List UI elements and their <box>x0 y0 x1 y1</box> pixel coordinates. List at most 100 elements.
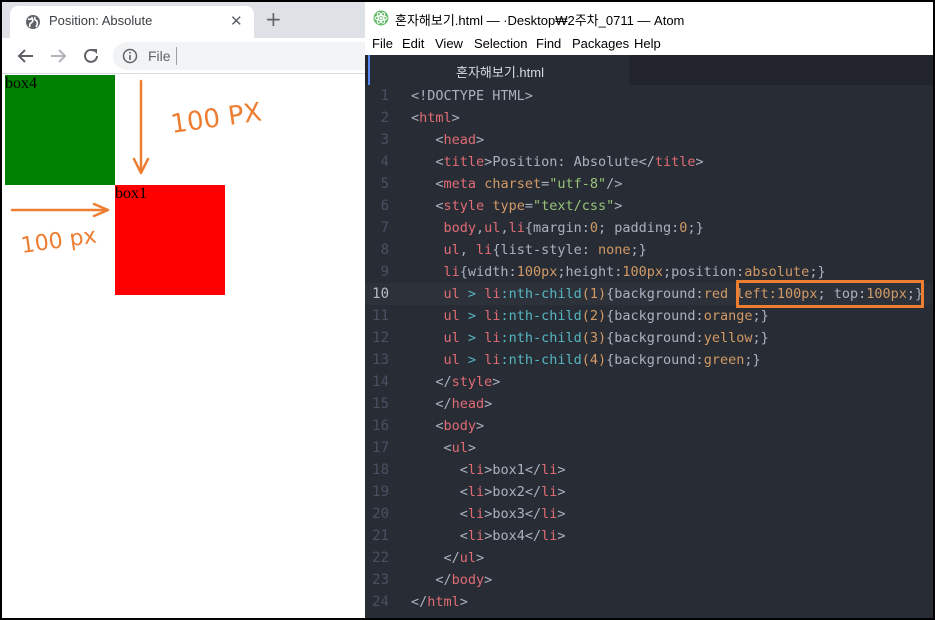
code-text: <li>box4</li> <box>459 528 566 544</box>
editor-tab-active[interactable]: 혼자해보기.html <box>368 55 629 85</box>
code-text: <li>box1</li> <box>459 462 566 478</box>
code-line-1[interactable]: 1 <!DOCTYPE HTML> <box>365 85 933 107</box>
code-text: <!DOCTYPE HTML> <box>411 88 533 104</box>
line-number: 24 <box>372 594 389 610</box>
code-text: </head> <box>435 396 493 412</box>
code-text: ul, li{list-style: none;} <box>443 242 647 258</box>
code-area[interactable]: 1 <!DOCTYPE HTML> 2 <html> 3 <head> 4 <title>… <box>365 85 933 618</box>
code-line-11[interactable]: 11 ul > li:nth-child(2){background:orang… <box>365 305 933 327</box>
window-title: 혼자해보기.html — ·Desktop₩2주차_0711 — Atom <box>395 13 685 28</box>
code-line-3[interactable]: 3 <head> <box>365 129 933 151</box>
line-number: 14 <box>372 374 389 390</box>
code-text: </ul> <box>443 550 485 566</box>
address-scheme-label: File <box>148 48 171 64</box>
code-text: <html> <box>411 110 460 126</box>
code-line-21[interactable]: 21 <li>box4</li> <box>365 525 933 547</box>
menu-edit[interactable]: Edit <box>402 36 424 51</box>
address-bar[interactable]: File <box>113 42 365 70</box>
browser-tab-strip: Position: Absolute ✕ + <box>2 2 365 38</box>
code-line-20[interactable]: 20 <li>box3</li> <box>365 503 933 525</box>
forward-arrow-icon[interactable] <box>48 46 68 66</box>
atom-editor-window: 혼자해보기.html — ·Desktop₩2주차_0711 — Atom Fi… <box>365 2 933 618</box>
code-line-22[interactable]: 22 </ul> <box>365 547 933 569</box>
code-text: <head> <box>435 132 485 148</box>
code-text: ul > li:nth-child(4){background:green;} <box>443 352 761 368</box>
line-number: 1 <box>380 88 389 104</box>
menu-selection[interactable]: Selection <box>474 36 527 51</box>
line-number: 22 <box>372 550 389 566</box>
line-number: 9 <box>380 264 389 280</box>
highlight-rectangle <box>736 280 924 308</box>
code-text: </html> <box>411 594 468 610</box>
menu-help[interactable]: Help <box>634 36 661 51</box>
reload-icon[interactable] <box>81 46 101 66</box>
line-number: 13 <box>372 352 389 368</box>
code-line-18[interactable]: 18 <li>box1</li> <box>365 459 933 481</box>
code-line-13[interactable]: 13 ul > li:nth-child(4){background:green… <box>365 349 933 371</box>
code-line-7[interactable]: 7 body,ul,li{margin:0; padding:0;} <box>365 217 933 239</box>
menu-packages[interactable]: Packages <box>572 36 629 51</box>
browser-window: Position: Absolute ✕ + File box4 box1 10… <box>2 2 365 618</box>
line-number: 19 <box>372 484 389 500</box>
code-line-19[interactable]: 19 <li>box2</li> <box>365 481 933 503</box>
new-tab-button[interactable]: + <box>265 7 282 31</box>
handwritten-annotations: 100 PX 100 px <box>10 79 264 259</box>
code-line-24[interactable]: 24 </html> <box>365 591 933 613</box>
code-text: <body> <box>435 418 485 434</box>
line-number: 18 <box>372 462 389 478</box>
menu-find[interactable]: Find <box>536 36 561 51</box>
code-text: ul > li:nth-child(3){background:yellow;} <box>443 330 769 346</box>
vertical-note: 100 PX <box>169 98 264 140</box>
line-number: 4 <box>380 154 389 170</box>
code-line-15[interactable]: 15 </head> <box>365 393 933 415</box>
code-line-8[interactable]: 8 ul, li{list-style: none;} <box>365 239 933 261</box>
code-line-12[interactable]: 12 ul > li:nth-child(3){background:yello… <box>365 327 933 349</box>
code-line-5[interactable]: 5 <meta charset="utf-8"/> <box>365 173 933 195</box>
close-icon[interactable]: ✕ <box>230 12 243 30</box>
browser-tab[interactable]: Position: Absolute ✕ <box>10 6 254 38</box>
atom-logo-icon <box>373 10 389 26</box>
browser-toolbar: File <box>2 38 365 74</box>
browser-tab-title: Position: Absolute <box>49 13 153 28</box>
line-number: 3 <box>380 132 389 148</box>
code-line-16[interactable]: 16 <body> <box>365 415 933 437</box>
address-separator <box>176 47 177 65</box>
atom-title-bar: 혼자해보기.html — ·Desktop₩2주차_0711 — Atom <box>365 2 933 34</box>
line-number: 7 <box>380 220 389 236</box>
code-text: ul > li:nth-child(2){background:orange;} <box>443 308 769 324</box>
line-number: 8 <box>380 242 389 258</box>
horizontal-note: 100 px <box>19 224 98 259</box>
code-text: <title>Position: Absolute</title> <box>435 154 704 170</box>
line-number: 21 <box>372 528 389 544</box>
line-number: 10 <box>372 286 389 302</box>
code-text: <meta charset="utf-8"/> <box>435 176 623 192</box>
code-text: </body> <box>435 572 493 588</box>
code-text: <ul> <box>443 440 477 456</box>
code-line-17[interactable]: 17 <ul> <box>365 437 933 459</box>
line-number: 2 <box>380 110 389 126</box>
screen: Position: Absolute ✕ + File box4 box1 10… <box>0 0 935 620</box>
page-viewport: box4 box1 100 PX 100 px <box>2 75 365 618</box>
editor-tab-label: 혼자해보기.html <box>456 65 544 80</box>
info-icon[interactable] <box>122 48 138 64</box>
line-number: 16 <box>372 418 389 434</box>
line-number: 11 <box>372 308 389 324</box>
line-number: 6 <box>380 198 389 214</box>
line-number: 23 <box>372 572 389 588</box>
code-text: <li>box2</li> <box>459 484 566 500</box>
code-line-2[interactable]: 2 <html> <box>365 107 933 129</box>
code-line-4[interactable]: 4 <title>Position: Absolute</title> <box>365 151 933 173</box>
code-text: <style type="text/css"> <box>435 198 623 214</box>
line-number: 20 <box>372 506 389 522</box>
line-number: 17 <box>372 440 389 456</box>
line-number: 15 <box>372 396 389 412</box>
code-line-23[interactable]: 23 </body> <box>365 569 933 591</box>
code-line-14[interactable]: 14 </style> <box>365 371 933 393</box>
code-text: <li>box3</li> <box>459 506 566 522</box>
code-line-6[interactable]: 6 <style type="text/css"> <box>365 195 933 217</box>
back-arrow-icon[interactable] <box>16 46 36 66</box>
code-text: </style> <box>435 374 501 390</box>
line-number: 5 <box>380 176 389 192</box>
menu-view[interactable]: View <box>435 36 463 51</box>
menu-file[interactable]: File <box>372 36 393 51</box>
